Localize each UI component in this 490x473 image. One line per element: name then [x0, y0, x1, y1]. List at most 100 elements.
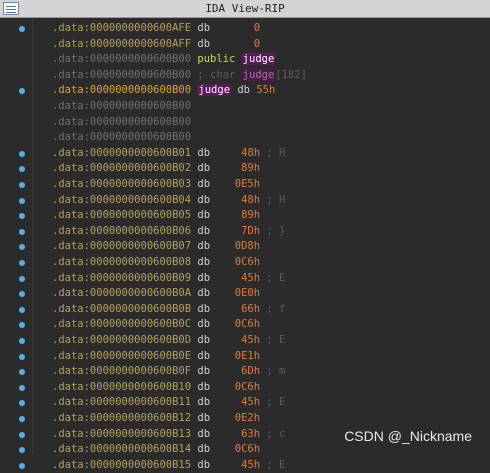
breakpoint-dot-icon[interactable] — [19, 306, 25, 313]
line-address[interactable]: .data:0000000000600AFE — [52, 22, 191, 34]
breakpoint-dot-icon[interactable] — [19, 400, 25, 407]
listing-line[interactable]: .data:0000000000600B09 db 45h ; E — [33, 271, 490, 286]
breakpoint-dot-icon[interactable] — [19, 244, 25, 251]
line-address[interactable]: .data:0000000000600B06 — [52, 225, 191, 237]
breakpoint-dot-icon[interactable] — [19, 353, 25, 360]
line-address[interactable]: .data:0000000000600B0C — [52, 318, 191, 330]
listing-line[interactable]: .data:0000000000600B12 db 0E2h — [33, 411, 490, 426]
line-address[interactable]: .data:0000000000600B0F — [52, 365, 191, 377]
byte-value[interactable]: 89h — [210, 161, 260, 176]
listing-line[interactable]: .data:0000000000600B00 ; char judge[182] — [33, 68, 490, 83]
byte-value[interactable]: 0 — [210, 37, 260, 52]
breakpoint-dot-icon[interactable] — [19, 275, 25, 282]
line-address[interactable]: .data:0000000000600B0E — [52, 350, 191, 362]
line-address[interactable]: .data:0000000000600B02 — [52, 162, 191, 174]
listing-line[interactable]: .data:0000000000600B0E db 0E1h — [33, 349, 490, 364]
line-address[interactable]: .data:0000000000600B09 — [52, 272, 191, 284]
line-address[interactable]: .data:0000000000600B04 — [52, 194, 191, 206]
byte-value[interactable]: 7Dh — [210, 224, 260, 239]
line-address[interactable]: .data:0000000000600B03 — [52, 178, 191, 190]
byte-value[interactable]: 89h — [210, 208, 260, 223]
line-address[interactable]: .data:0000000000600B00 — [52, 131, 191, 143]
line-address[interactable]: .data:0000000000600B00 — [52, 100, 191, 112]
breakpoint-dot-icon[interactable] — [19, 228, 25, 235]
listing-line[interactable]: .data:0000000000600B00 — [33, 115, 490, 130]
breakpoint-dot-icon[interactable] — [19, 322, 25, 329]
byte-value[interactable]: 0E1h — [210, 349, 260, 364]
listing-line[interactable]: .data:0000000000600B14 db 0C6h — [33, 442, 490, 457]
byte-value[interactable]: 55h — [256, 84, 275, 96]
breakpoint-dot-icon[interactable] — [19, 166, 25, 173]
byte-value[interactable]: 45h — [210, 271, 260, 286]
byte-value[interactable]: 0C6h — [210, 442, 260, 457]
breakpoint-dot-icon[interactable] — [19, 462, 25, 469]
listing-line[interactable]: .data:0000000000600B0F db 6Dh ; m — [33, 364, 490, 379]
listing-line[interactable]: .data:0000000000600B11 db 45h ; E — [33, 395, 490, 410]
line-address[interactable]: .data:0000000000600B07 — [52, 240, 191, 252]
byte-value[interactable]: 0E5h — [210, 177, 260, 192]
breakpoint-dot-icon[interactable] — [19, 369, 25, 376]
byte-value[interactable]: 0C6h — [210, 317, 260, 332]
line-address[interactable]: .data:0000000000600B00 — [52, 116, 191, 128]
listing-line[interactable]: .data:0000000000600B0A db 0E0h — [33, 286, 490, 301]
listing-line[interactable]: .data:0000000000600B0D db 45h ; E — [33, 333, 490, 348]
line-address[interactable]: .data:0000000000600B0B — [52, 303, 191, 315]
line-address[interactable]: .data:0000000000600B0A — [52, 287, 191, 299]
line-address[interactable]: .data:0000000000600B15 — [52, 459, 191, 471]
listing-line[interactable]: .data:0000000000600B06 db 7Dh ; } — [33, 224, 490, 239]
listing-line[interactable]: .data:0000000000600B0B db 66h ; f — [33, 302, 490, 317]
byte-value[interactable]: 45h — [210, 395, 260, 410]
line-address[interactable]: .data:0000000000600B0D — [52, 334, 191, 346]
symbol-name[interactable]: judge — [241, 68, 276, 81]
breakpoint-dot-icon[interactable] — [19, 291, 25, 298]
listing-line[interactable]: .data:0000000000600B00 — [33, 130, 490, 145]
line-address[interactable]: .data:0000000000600B13 — [52, 428, 191, 440]
listing-line[interactable]: .data:0000000000600B00 judge db 55h — [33, 83, 490, 98]
byte-value[interactable]: 48h — [210, 193, 260, 208]
breakpoint-dot-icon[interactable] — [19, 416, 25, 422]
disassembly-listing[interactable]: .data:0000000000600AFE db 0 .data:00000000… — [33, 18, 490, 471]
line-address[interactable]: .data:0000000000600B00 — [52, 69, 191, 81]
breakpoint-dot-icon[interactable] — [19, 88, 25, 95]
listing-line[interactable]: .data:0000000000600B04 db 48h ; H — [33, 193, 490, 208]
listing-line[interactable]: .data:0000000000600AFE db 0 — [33, 21, 490, 36]
line-address[interactable]: .data:0000000000600B01 — [52, 147, 191, 159]
line-address[interactable]: .data:0000000000600B10 — [52, 381, 191, 393]
breakpoint-dot-icon[interactable] — [19, 213, 25, 220]
line-address[interactable]: .data:0000000000600B11 — [52, 396, 191, 408]
listing-line[interactable]: .data:0000000000600B01 db 48h ; H — [33, 146, 490, 161]
listing-line[interactable]: .data:0000000000600B02 db 89h — [33, 161, 490, 176]
byte-value[interactable]: 0E2h — [210, 411, 260, 426]
breakpoint-dot-icon[interactable] — [19, 431, 25, 438]
line-address[interactable]: .data:0000000000600B05 — [52, 209, 191, 221]
byte-value[interactable]: 63h — [210, 427, 260, 442]
listing-line[interactable]: .data:0000000000600B15 db 45h ; E — [33, 458, 490, 473]
line-address[interactable]: .data:0000000000600B08 — [52, 256, 191, 268]
listing-line[interactable]: .data:0000000000600B00 public judge — [33, 52, 490, 67]
listing-line[interactable]: .data:0000000000600B08 db 0C6h — [33, 255, 490, 270]
breakpoint-dot-icon[interactable] — [19, 384, 25, 391]
breakpoint-dot-icon[interactable] — [19, 447, 25, 454]
byte-value[interactable]: 0E0h — [210, 286, 260, 301]
listing-line[interactable]: .data:0000000000600B07 db 0D8h — [33, 239, 490, 254]
byte-value[interactable]: 0C6h — [210, 380, 260, 395]
listing-line[interactable]: .data:0000000000600AFF db 0 — [33, 37, 490, 52]
listing-line[interactable]: .data:0000000000600B05 db 89h — [33, 208, 490, 223]
symbol-name[interactable]: judge — [241, 53, 276, 66]
line-address[interactable]: .data:0000000000600B14 — [52, 443, 191, 455]
breakpoint-dot-icon[interactable] — [19, 197, 25, 204]
byte-value[interactable]: 0C6h — [210, 255, 260, 270]
breakpoint-gutter[interactable] — [0, 18, 32, 469]
line-address[interactable]: .data:0000000000600AFF — [52, 38, 191, 50]
byte-value[interactable]: 45h — [210, 333, 260, 348]
listing-line[interactable]: .data:0000000000600B00 — [33, 99, 490, 114]
breakpoint-dot-icon[interactable] — [19, 338, 25, 344]
line-address[interactable]: .data:0000000000600B00 — [52, 84, 191, 96]
breakpoint-dot-icon[interactable] — [19, 26, 25, 32]
byte-value[interactable]: 0 — [210, 21, 260, 36]
line-address[interactable]: .data:0000000000600B12 — [52, 412, 191, 424]
byte-value[interactable]: 0D8h — [210, 239, 260, 254]
breakpoint-dot-icon[interactable] — [19, 182, 25, 188]
symbol-name[interactable]: judge — [197, 84, 232, 97]
breakpoint-dot-icon[interactable] — [19, 260, 25, 266]
